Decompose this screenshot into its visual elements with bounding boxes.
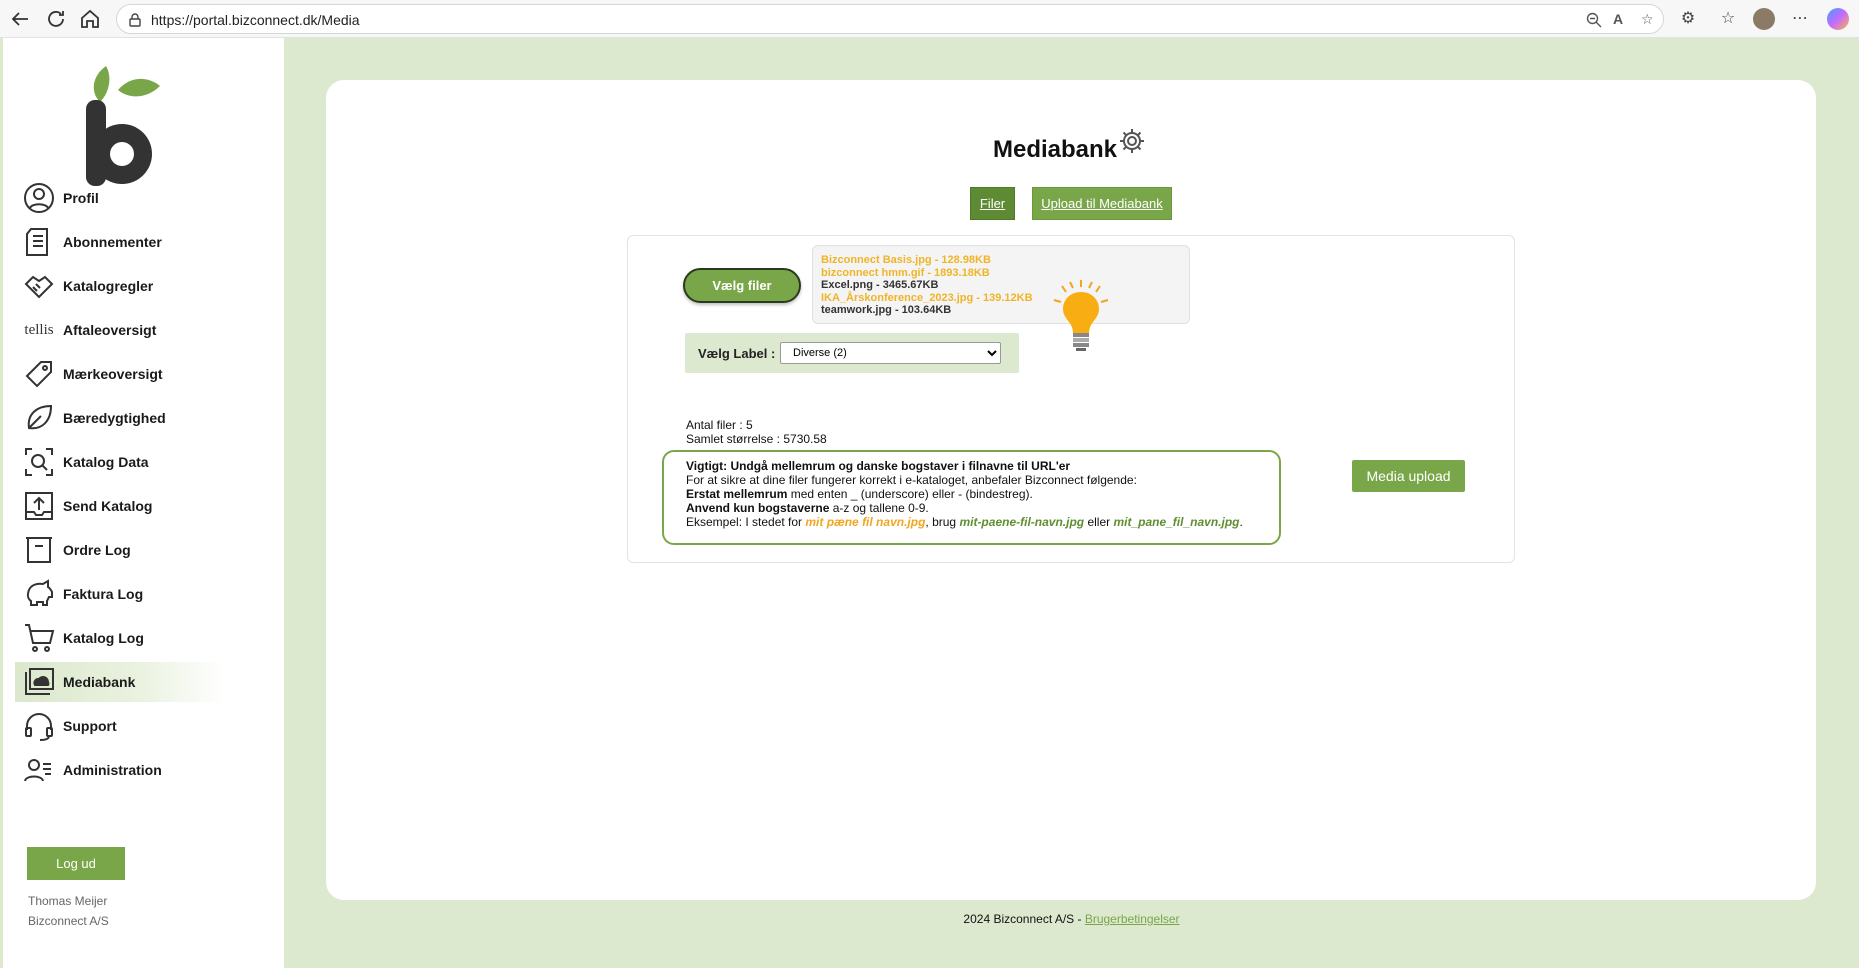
lightbulb-icon xyxy=(1053,280,1109,351)
extensions-icon[interactable]: ⚙ xyxy=(1677,8,1699,30)
sidebar-item-maerkeoversigt[interactable]: Mærkeoversigt xyxy=(15,354,225,394)
sidebar-item-ordre-log[interactable]: Ordre Log xyxy=(15,530,225,570)
copilot-icon[interactable] xyxy=(1827,8,1849,30)
user-name: Thomas Meijer xyxy=(28,894,108,908)
sidebar-item-baeredygtighed[interactable]: Bæredygtighed xyxy=(15,398,225,438)
back-arrow-icon[interactable] xyxy=(8,7,32,31)
read-aloud-icon[interactable]: A xyxy=(1613,11,1631,29)
upload-tray-icon xyxy=(21,488,57,524)
sidebar-item-abonnementer[interactable]: Abonnementer xyxy=(15,222,225,262)
sidebar-item-label: Faktura Log xyxy=(63,586,144,602)
sidebar-item-administration[interactable]: Administration xyxy=(15,750,225,790)
url-text: https://portal.bizconnect.dk/Media xyxy=(151,12,360,28)
tab-files[interactable]: Filer xyxy=(970,187,1015,220)
sidebar-item-label: Ordre Log xyxy=(63,542,131,558)
info-heading: Vigtigt: Undgå mellemrum og danske bogst… xyxy=(686,459,1071,473)
leaf-icon xyxy=(21,400,57,436)
sidebar-item-label: Mærkeoversigt xyxy=(63,366,163,382)
home-icon[interactable] xyxy=(78,7,102,31)
sidebar-item-katalogregler[interactable]: Katalogregler xyxy=(15,266,225,306)
gear-icon[interactable] xyxy=(1118,127,1146,155)
bizconnect-logo xyxy=(86,66,160,186)
sidebar-item-label: Aftaleoversigt xyxy=(63,322,157,338)
list-item: teamwork.jpg - 103.64KB xyxy=(821,304,952,316)
favorite-star-icon[interactable]: ☆ xyxy=(1641,11,1659,29)
browser-toolbar: https://portal.bizconnect.dk/Media A ☆ ⚙… xyxy=(0,0,1859,38)
good-filename-example: mit-paene-fil-navn.jpg xyxy=(959,515,1085,529)
label-caption: Vælg Label : xyxy=(698,346,776,361)
tab-upload-mediabank[interactable]: Upload til Mediabank xyxy=(1032,187,1172,220)
logout-button[interactable]: Log ud xyxy=(27,847,125,880)
sidebar-item-aftaleoversigt[interactable]: tellis Aftaleoversigt xyxy=(15,310,225,350)
list-item: Excel.png - 3465.67KB xyxy=(821,279,939,291)
list-item: Bizconnect Basis.jpg - 128.98KB xyxy=(821,254,991,266)
address-bar[interactable]: https://portal.bizconnect.dk/Media A ☆ xyxy=(116,4,1664,34)
piggy-bank-icon xyxy=(21,576,57,612)
sidebar-item-label: Abonnementer xyxy=(63,234,162,250)
user-company: Bizconnect A/S xyxy=(28,914,109,928)
bad-filename-example: mit pæne fil navn.jpg xyxy=(805,515,926,529)
sidebar-item-faktura-log[interactable]: Faktura Log xyxy=(15,574,225,614)
sidebar-item-send-katalog[interactable]: Send Katalog xyxy=(15,486,225,526)
tag-icon xyxy=(21,356,57,392)
sidebar-item-label: Bæredygtighed xyxy=(63,410,166,426)
label-select[interactable]: Diverse (2) xyxy=(780,342,1001,364)
zoom-icon[interactable] xyxy=(1585,11,1603,29)
info-line: For at sikre at dine filer fungerer korr… xyxy=(686,473,1137,487)
sidebar-item-katalog-data[interactable]: Katalog Data xyxy=(15,442,225,482)
info-line: Anvend kun bogstaverne a-z og tallene 0-… xyxy=(686,501,929,515)
archive-box-icon xyxy=(21,532,57,568)
sidebar: Profil Abonnementer Katalogregler tellis… xyxy=(0,38,284,968)
sidebar-item-profil[interactable]: Profil xyxy=(15,178,225,218)
choose-files-button[interactable]: Vælg filer xyxy=(683,268,801,303)
media-upload-button[interactable]: Media upload xyxy=(1352,460,1465,492)
sidebar-item-label: Profil xyxy=(63,190,99,206)
tellis-logo: tellis xyxy=(24,321,54,338)
info-line: Erstat mellemrum med enten _ (underscore… xyxy=(686,487,1033,501)
profile-avatar[interactable] xyxy=(1753,8,1775,30)
sidebar-item-support[interactable]: Support xyxy=(15,706,225,746)
handshake-icon xyxy=(21,268,57,304)
document-icon xyxy=(21,224,57,260)
lock-icon xyxy=(129,13,141,27)
user-circle-icon xyxy=(21,180,57,216)
sidebar-item-label: Katalogregler xyxy=(63,278,154,294)
sidebar-item-label: Katalog Data xyxy=(63,454,149,470)
total-size: Samlet størrelse : 5730.58 xyxy=(686,432,827,446)
list-item: bizconnect hmm.gif - 1893.18KB xyxy=(821,266,990,279)
sidebar-item-label: Mediabank xyxy=(63,674,136,690)
info-example: Eksempel: I stedet for mit pæne fil navn… xyxy=(686,515,1243,529)
file-count: Antal filer : 5 xyxy=(686,418,753,432)
label-selector-box: Vælg Label : Diverse (2) xyxy=(685,333,1019,373)
sidebar-item-katalog-log[interactable]: Katalog Log xyxy=(15,618,225,658)
media-folder-icon xyxy=(21,664,57,700)
sidebar-item-label: Katalog Log xyxy=(63,630,144,646)
info-box: Vigtigt: Undgå mellemrum og danske bogst… xyxy=(662,450,1281,545)
sidebar-item-label: Support xyxy=(63,718,117,734)
list-item: IKA_Årskonference_2023.jpg - 139.12KB xyxy=(821,291,1033,304)
sidebar-item-mediabank[interactable]: Mediabank xyxy=(15,662,225,702)
headset-icon xyxy=(21,708,57,744)
users-icon xyxy=(21,752,57,788)
sidebar-item-label: Administration xyxy=(63,762,162,778)
search-frame-icon xyxy=(21,444,57,480)
refresh-icon[interactable] xyxy=(44,7,68,31)
cart-icon xyxy=(21,620,57,656)
page-title: Mediabank xyxy=(993,136,1118,163)
selected-files-list: Bizconnect Basis.jpg - 128.98KB bizconne… xyxy=(812,245,1190,324)
sidebar-item-label: Send Katalog xyxy=(63,498,153,514)
good-filename-example: mit_pane_fil_navn.jpg xyxy=(1113,515,1240,529)
more-options-icon[interactable]: ⋯ xyxy=(1789,8,1811,30)
favorites-icon[interactable]: ☆ xyxy=(1717,8,1739,30)
terms-link[interactable]: Brugerbetingelser xyxy=(1085,912,1180,926)
